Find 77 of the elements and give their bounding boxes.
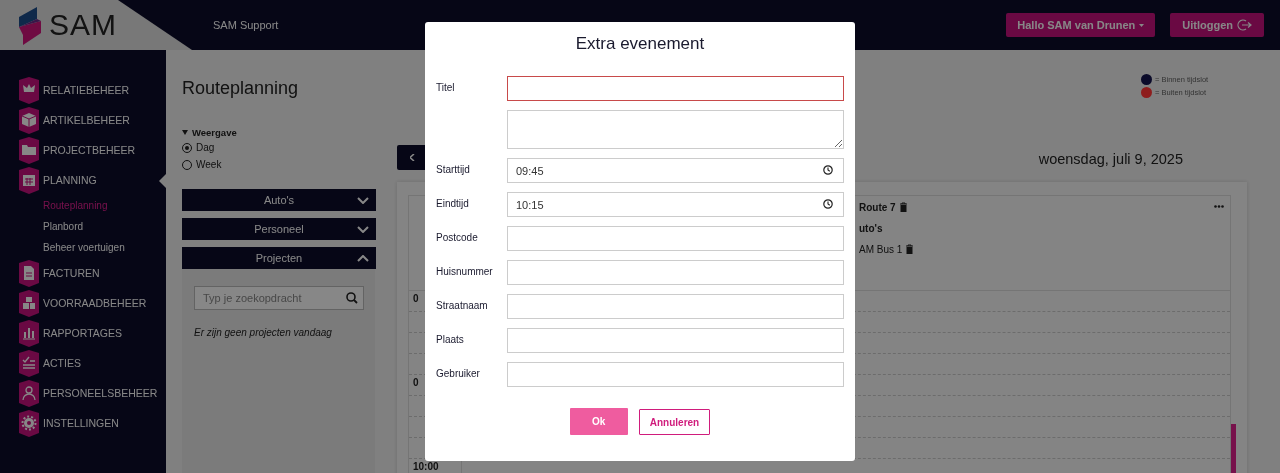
gear-icon <box>16 408 41 438</box>
accordion-header[interactable]: Personeel <box>182 218 376 240</box>
sidebar-item[interactable]: PLANNING <box>0 165 166 195</box>
field-label: Starttijd <box>436 163 471 175</box>
time-field[interactable]: 09:45 <box>507 158 844 183</box>
search-icon <box>346 292 358 304</box>
chevron-down-icon <box>357 226 369 233</box>
sidebar-item[interactable]: RAPPORTAGES <box>0 318 166 348</box>
person-icon <box>16 378 41 408</box>
time-label: 10:00 <box>413 461 439 472</box>
sidebar-item[interactable]: VOORRAADBEHEER <box>0 288 166 318</box>
caret-icon <box>182 130 188 135</box>
checklist-icon <box>16 348 41 378</box>
logout-icon <box>1237 18 1252 32</box>
field-label: Huisnummer <box>436 265 494 277</box>
sidebar-item[interactable]: FACTUREN <box>0 258 166 288</box>
vehicles-heading: uto's <box>859 222 883 234</box>
field-label: Eindtijd <box>436 197 470 209</box>
calendar-icon <box>16 165 41 195</box>
modal-title: Extra evenement <box>575 34 705 54</box>
input-field[interactable] <box>507 328 844 353</box>
accordion-header[interactable]: Projecten <box>182 247 376 269</box>
logout-button[interactable]: Uitloggen <box>1170 13 1264 37</box>
sidebar-item[interactable]: ARTIKELBEHEER <box>0 105 166 135</box>
clock-icon <box>823 199 833 209</box>
calendar-date: woensdag, juli 9, 2025 <box>1038 151 1183 167</box>
clock-icon <box>823 165 833 175</box>
box-icon <box>16 105 41 135</box>
field-label: Postcode <box>436 231 479 243</box>
input-field[interactable] <box>507 362 844 387</box>
sidebar-subitem[interactable]: Planbord <box>0 216 166 237</box>
trash-icon[interactable] <box>898 202 908 212</box>
time-field[interactable]: 10:15 <box>507 192 844 217</box>
sidebar-item[interactable]: RELATIEBEHEER <box>0 75 166 105</box>
field-label: Gebruiker <box>436 367 481 379</box>
more-icon[interactable] <box>1214 205 1224 208</box>
empty-message: Er zijn geen projecten vandaag <box>194 327 333 338</box>
time-label: 0 <box>413 377 419 388</box>
sidebar-item[interactable]: PROJECTBEHEER <box>0 135 166 165</box>
description-field[interactable] <box>507 110 844 149</box>
caret-icon <box>1139 23 1145 27</box>
trash-icon[interactable] <box>905 244 915 254</box>
sidebar-item[interactable]: PERSONEELSBEHEER <box>0 378 166 408</box>
document-icon <box>16 258 41 288</box>
view-toggle[interactable]: Weergave <box>182 126 237 139</box>
chevron-down-icon <box>357 197 369 204</box>
route-title: Route 7 <box>859 201 896 213</box>
header-title: SAM Support <box>213 19 279 31</box>
previous-day-button[interactable] <box>397 145 427 170</box>
field-label: Plaats <box>436 333 465 345</box>
ok-button[interactable]: Ok <box>569 408 628 435</box>
accordion-header[interactable]: Auto's <box>182 189 376 211</box>
time-label: 0 <box>413 293 419 304</box>
field-label: Straatnaam <box>436 299 489 311</box>
chevron-up-icon <box>357 255 369 262</box>
logo-text: SAM <box>49 8 117 42</box>
folder-icon <box>16 135 41 165</box>
bar-chart-icon <box>16 318 41 348</box>
input-field[interactable] <box>507 226 844 251</box>
sidebar-item[interactable]: INSTELLINGEN <box>0 408 166 438</box>
chevron-left-icon <box>409 154 415 161</box>
field-label: Titel <box>436 81 456 93</box>
cancel-button[interactable]: Annuleren <box>638 409 711 435</box>
input-field[interactable] <box>507 76 844 101</box>
vehicle-name: AM Bus 1 <box>859 243 903 255</box>
event-bar <box>1231 424 1236 473</box>
search-field[interactable]: Typ je zoekopdracht <box>194 286 364 310</box>
boxes-icon <box>16 288 41 318</box>
sidebar-subitem[interactable]: Beheer voertuigen <box>0 237 166 258</box>
input-field[interactable] <box>507 294 844 319</box>
user-menu-button[interactable]: Hallo SAM van Drunen <box>1006 13 1156 37</box>
crown-icon <box>16 75 41 105</box>
radio-label: Week <box>196 159 222 170</box>
sidebar-item[interactable]: ACTIES <box>0 348 166 378</box>
page-title: Routeplanning <box>182 78 299 99</box>
radio-label: Dag <box>196 142 215 153</box>
input-field[interactable] <box>507 260 844 285</box>
